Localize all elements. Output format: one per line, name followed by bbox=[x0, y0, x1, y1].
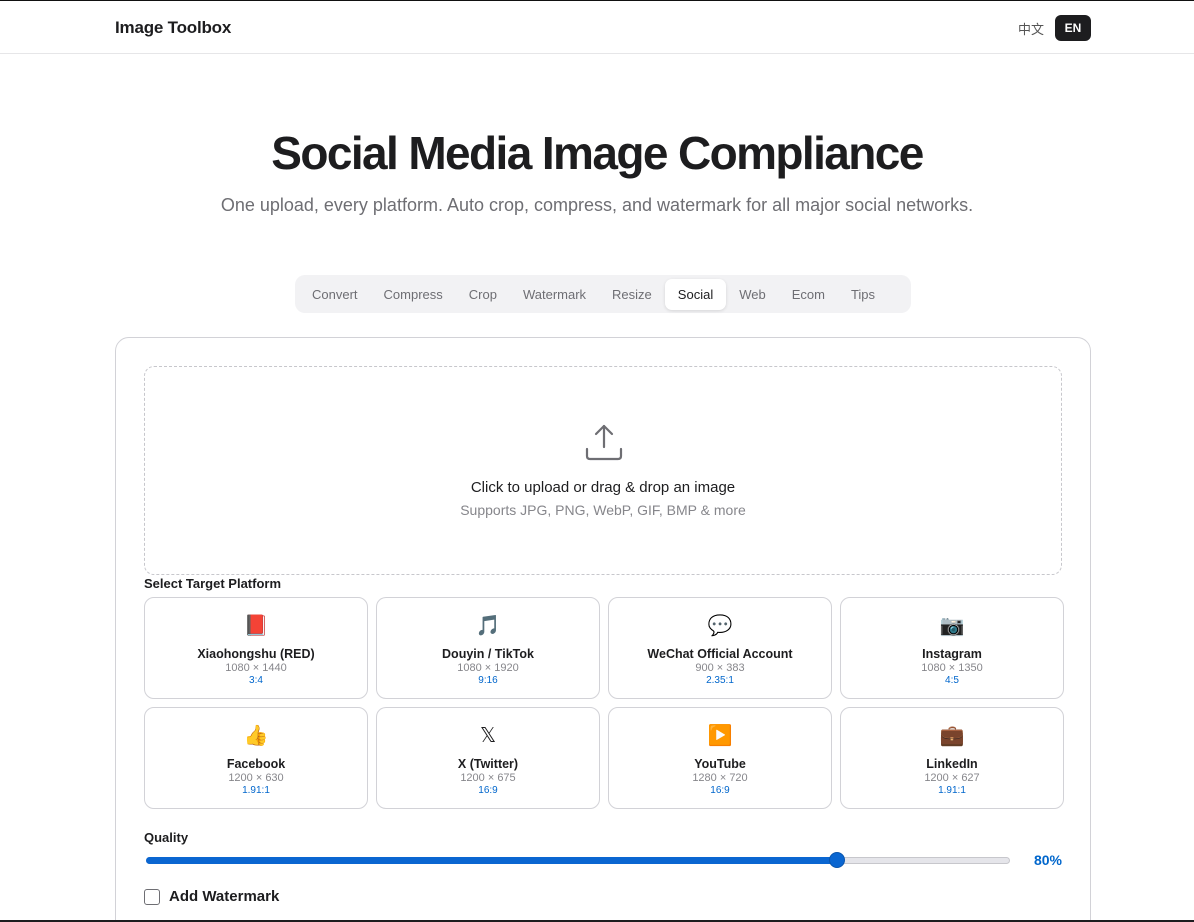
platform-name: Facebook bbox=[226, 757, 286, 771]
tab-web[interactable]: Web bbox=[726, 279, 779, 310]
platform-dimensions: 1080 × 1920 bbox=[457, 662, 519, 674]
thumbs-up-icon: 👍 bbox=[243, 725, 269, 747]
slider-fill bbox=[146, 857, 837, 864]
speech-bubble-icon: 💬 bbox=[707, 615, 733, 637]
platform-ratio: 1.91:1 bbox=[938, 785, 966, 796]
watermark-checkbox[interactable] bbox=[144, 888, 160, 905]
music-note-icon: 🎵 bbox=[475, 615, 501, 637]
platform-grid: 📕 Xiaohongshu (RED) 1080 × 1440 3:4 🎵 Do… bbox=[144, 597, 1064, 809]
tab-compress[interactable]: Compress bbox=[371, 279, 456, 310]
platform-dimensions: 900 × 383 bbox=[695, 662, 745, 674]
quality-value: 80% bbox=[1033, 852, 1062, 868]
platform-card-youtube[interactable]: ▶️ YouTube 1280 × 720 16:9 bbox=[608, 707, 832, 809]
tab-ecom[interactable]: Ecom bbox=[779, 279, 838, 310]
language-en-button[interactable]: EN bbox=[1055, 15, 1091, 41]
platform-dimensions: 1200 × 675 bbox=[460, 772, 516, 784]
platform-ratio: 4:5 bbox=[945, 675, 959, 686]
tab-convert[interactable]: Convert bbox=[299, 279, 371, 310]
red-book-icon: 📕 bbox=[243, 615, 269, 637]
platform-card-linkedin[interactable]: 💼 LinkedIn 1200 × 627 1.91:1 bbox=[840, 707, 1064, 809]
platform-section-label: Select Target Platform bbox=[144, 576, 282, 591]
page-subtitle: One upload, every platform. Auto crop, c… bbox=[220, 195, 974, 215]
platform-dimensions: 1280 × 720 bbox=[692, 772, 748, 784]
x-logo-icon: 𝕏 bbox=[479, 725, 497, 747]
upload-icon bbox=[585, 424, 623, 461]
platform-card-facebook[interactable]: 👍 Facebook 1200 × 630 1.91:1 bbox=[144, 707, 368, 809]
platform-name: Douyin / TikTok bbox=[442, 647, 534, 661]
quality-label: Quality bbox=[144, 830, 189, 845]
watermark-label: Add Watermark bbox=[169, 888, 280, 905]
top-navbar: Image Toolbox 中文 EN bbox=[0, 1, 1194, 54]
platform-dimensions: 1080 × 1350 bbox=[921, 662, 983, 674]
platform-dimensions: 1200 × 630 bbox=[228, 772, 284, 784]
platform-ratio: 2.35:1 bbox=[706, 675, 734, 686]
platform-name: YouTube bbox=[694, 757, 746, 771]
platform-name: Xiaohongshu (RED) bbox=[197, 647, 315, 661]
platform-name: X (Twitter) bbox=[457, 757, 519, 771]
platform-name: WeChat Official Account bbox=[647, 647, 793, 661]
add-watermark-toggle[interactable]: Add Watermark bbox=[144, 888, 279, 905]
upload-hint: Supports JPG, PNG, WebP, GIF, BMP & more bbox=[460, 502, 746, 518]
tool-panel: Click to upload or drag & drop an image … bbox=[115, 337, 1091, 922]
tab-resize[interactable]: Resize bbox=[599, 279, 665, 310]
platform-name: LinkedIn bbox=[926, 757, 978, 771]
platform-dimensions: 1200 × 627 bbox=[924, 772, 980, 784]
platform-dimensions: 1080 × 1440 bbox=[225, 662, 287, 674]
platform-ratio: 16:9 bbox=[478, 785, 498, 796]
play-button-icon: ▶️ bbox=[707, 725, 733, 747]
tab-tips[interactable]: Tips bbox=[838, 279, 888, 310]
platform-card-xiaohongshu[interactable]: 📕 Xiaohongshu (RED) 1080 × 1440 3:4 bbox=[144, 597, 368, 699]
camera-icon: 📷 bbox=[939, 615, 965, 637]
tab-social[interactable]: Social bbox=[664, 278, 727, 310]
brand-logo-text[interactable]: Image Toolbox bbox=[115, 18, 231, 38]
platform-card-instagram[interactable]: 📷 Instagram 1080 × 1350 4:5 bbox=[840, 597, 1064, 699]
quality-slider[interactable] bbox=[144, 850, 1010, 870]
platform-name: Instagram bbox=[922, 647, 982, 661]
tool-tabs: Convert Compress Crop Watermark Resize S… bbox=[295, 275, 911, 313]
tab-crop[interactable]: Crop bbox=[456, 279, 510, 310]
slider-thumb[interactable] bbox=[829, 852, 845, 868]
upload-title: Click to upload or drag & drop an image bbox=[470, 479, 736, 496]
platform-card-wechat[interactable]: 💬 WeChat Official Account 900 × 383 2.35… bbox=[608, 597, 832, 699]
page-title: Social Media Image Compliance bbox=[271, 127, 924, 179]
language-zh-button[interactable]: 中文 bbox=[1012, 18, 1050, 39]
briefcase-icon: 💼 bbox=[939, 725, 965, 747]
platform-card-douyin-tiktok[interactable]: 🎵 Douyin / TikTok 1080 × 1920 9:16 bbox=[376, 597, 600, 699]
upload-dropzone[interactable]: Click to upload or drag & drop an image … bbox=[144, 366, 1062, 575]
platform-ratio: 1.91:1 bbox=[242, 785, 270, 796]
platform-ratio: 3:4 bbox=[249, 675, 263, 686]
tab-watermark[interactable]: Watermark bbox=[510, 279, 599, 310]
platform-ratio: 16:9 bbox=[710, 785, 730, 796]
platform-ratio: 9:16 bbox=[478, 675, 498, 686]
platform-card-x-twitter[interactable]: 𝕏 X (Twitter) 1200 × 675 16:9 bbox=[376, 707, 600, 809]
